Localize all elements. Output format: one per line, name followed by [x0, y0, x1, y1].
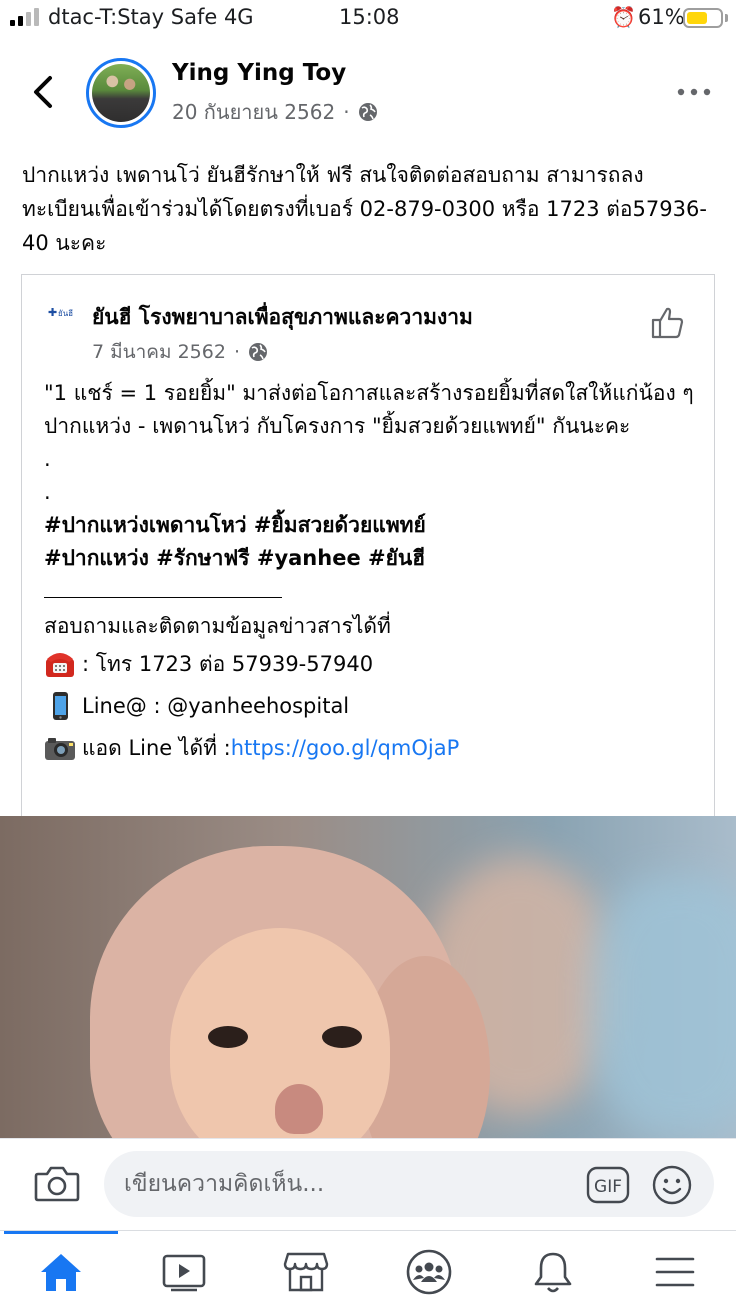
battery-percent: 61%: [638, 5, 685, 29]
page-name[interactable]: Ying Ying Toy: [172, 60, 346, 86]
mobile-phone-icon: [53, 692, 68, 720]
tab-marketplace[interactable]: [281, 1247, 331, 1297]
shared-post-body: "1 แชร์ = 1 รอยยิ้ม" มาส่งต่อโอกาสและสร้…: [44, 377, 704, 769]
phone-text: : โทร 1723 ต่อ 57939-57940: [82, 651, 374, 676]
back-icon[interactable]: [26, 70, 66, 114]
yanhee-logo: ✚ ยันฮี: [48, 306, 73, 319]
telephone-icon: [46, 653, 74, 677]
dot-line: .: [44, 480, 51, 504]
add-line-line: แอด Line ได้ที่ : https://goo.gl/qmOjaP: [44, 727, 704, 769]
globe-icon: [248, 343, 267, 361]
hashtags: #ปากแหว่งเพดานโหว่ #ยิ้มสวยด้วยแพทย์ #ปา…: [44, 509, 704, 575]
carrier-label: dtac-T:Stay Safe 4G: [48, 5, 254, 29]
post-date[interactable]: 20 กันยายน 2562: [172, 96, 335, 128]
post-photo[interactable]: [0, 816, 736, 1138]
menu-icon: [655, 1257, 695, 1287]
photo-background-shape: [590, 876, 736, 1136]
hashtag-line[interactable]: #ปากแหว่ง #รักษาฟรี #yanhee #ยันฮี: [44, 546, 425, 570]
divider-rule: [44, 597, 282, 598]
groups-icon: [406, 1249, 452, 1295]
signal-strength-icon: [10, 8, 39, 26]
tab-menu[interactable]: [650, 1247, 700, 1297]
marketplace-icon: [283, 1252, 329, 1292]
photo-mouth-shape: [275, 1084, 323, 1134]
shared-post-meta: 7 มีนาคม 2562 ·: [92, 337, 268, 367]
gif-icon[interactable]: GIF: [586, 1166, 630, 1204]
emoji-icon[interactable]: [651, 1164, 693, 1206]
line-id-text: Line@ : @yanheehospital: [82, 693, 350, 718]
shared-post-card[interactable]: ✚ ยันฮี ยันฮี โรงพยาบาลเพื่อสุขภาพและควา…: [21, 274, 715, 819]
photo-eye-shape: [208, 1026, 248, 1048]
bell-icon: [534, 1252, 572, 1293]
alarm-icon: ⏰: [611, 5, 636, 29]
logo-text: ยันฮี: [58, 309, 73, 318]
comment-bar: GIF: [0, 1138, 736, 1230]
camera-flash-icon: [45, 738, 75, 760]
more-options-icon[interactable]: [676, 82, 712, 102]
photo-eye-shape: [322, 1026, 362, 1048]
camera-icon[interactable]: [34, 1163, 80, 1203]
dot-line: .: [44, 447, 51, 471]
avatar-photo: [92, 64, 150, 122]
post-meta: 20 กันยายน 2562 ·: [172, 96, 378, 128]
tab-groups[interactable]: [404, 1247, 454, 1297]
shared-page-name[interactable]: ยันฮี โรงพยาบาลเพื่อสุขภาพและความงาม: [92, 301, 473, 334]
gif-label: GIF: [594, 1177, 622, 1197]
avatar[interactable]: [86, 58, 156, 128]
status-bar: dtac-T:Stay Safe 4G 15:08 ⏰ 61%: [0, 0, 736, 36]
hashtag-line[interactable]: #ปากแหว่งเพดานโหว่ #ยิ้มสวยด้วยแพทย์: [44, 513, 426, 537]
battery-level-fill: [687, 12, 707, 24]
line-id-line: Line@ : @yanheehospital: [44, 685, 704, 727]
shared-post-text: "1 แชร์ = 1 รอยยิ้ม" มาส่งต่อโอกาสและสร้…: [44, 381, 694, 438]
status-time: 15:08: [339, 5, 400, 29]
add-line-label: แอด Line ได้ที่ :: [82, 735, 231, 760]
battery-icon: [683, 8, 723, 28]
post-text: ปากแหว่ง เพดานโว่ ยันฮีรักษาให้ ฟรี สนใจ…: [22, 163, 707, 255]
tab-home[interactable]: [36, 1247, 86, 1297]
contact-heading: สอบถามและติดตามข้อมูลข่าวสารได้ที่: [44, 614, 391, 638]
meta-separator: ·: [233, 341, 240, 363]
globe-icon: [358, 103, 377, 121]
battery-nub: [725, 14, 728, 22]
meta-separator: ·: [343, 100, 350, 124]
video-icon: [162, 1254, 206, 1292]
home-icon: [41, 1254, 81, 1291]
tab-notifications[interactable]: [528, 1247, 578, 1297]
active-tab-indicator: [4, 1231, 118, 1234]
shared-post-date[interactable]: 7 มีนาคม 2562: [92, 337, 226, 367]
phone-line: : โทร 1723 ต่อ 57939-57940: [44, 643, 704, 685]
bottom-tab-bar: [0, 1230, 736, 1308]
svg-text:✚: ✚: [48, 306, 57, 319]
line-link[interactable]: https://goo.gl/qmOjaP: [231, 732, 460, 765]
tab-watch[interactable]: [159, 1247, 209, 1297]
like-page-icon[interactable]: [650, 305, 686, 341]
